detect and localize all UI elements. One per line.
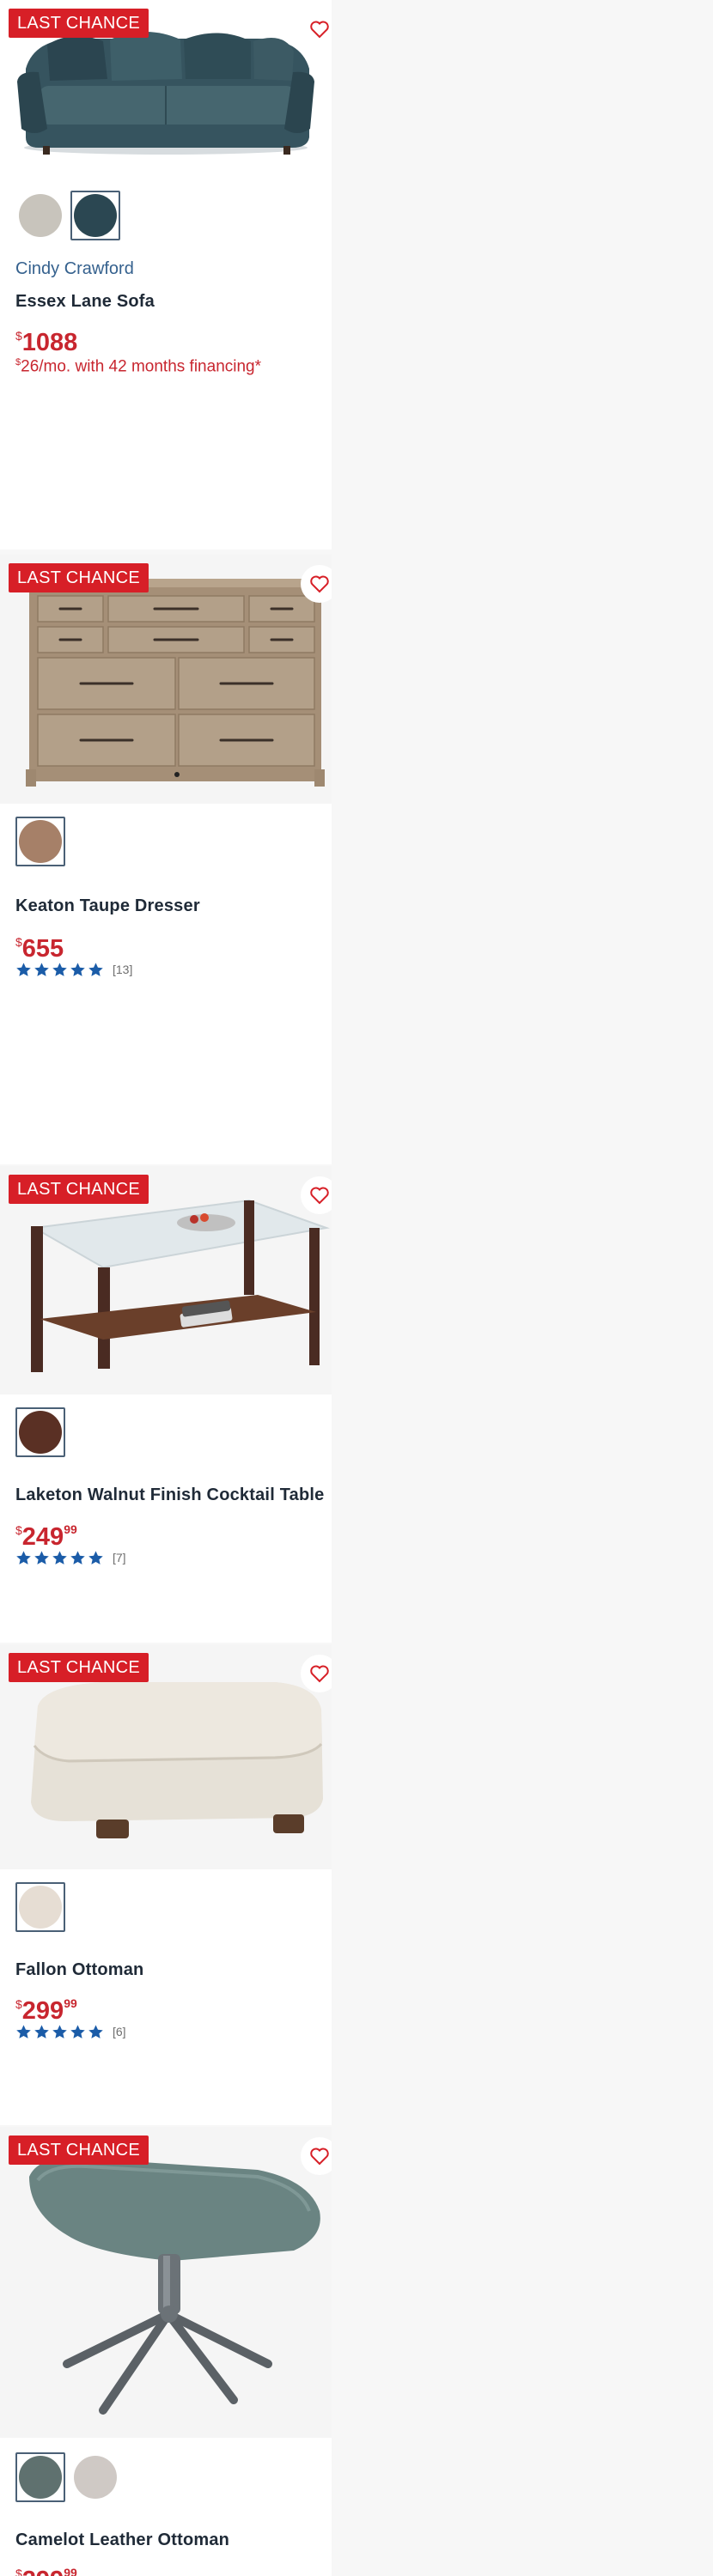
price-dollars: 655	[21, 935, 64, 963]
product-price: $24999	[15, 1516, 77, 1550]
product-title[interactable]: Essex Lane Sofa	[15, 292, 155, 312]
product-title[interactable]: Keaton Taupe Dresser	[15, 896, 200, 916]
price-dollars: 1088	[21, 329, 78, 356]
color-swatches	[15, 1407, 65, 1457]
currency-symbol: $	[15, 2567, 22, 2576]
favorite-heart-icon[interactable]	[301, 1176, 332, 1214]
star-icon	[34, 1550, 49, 1564]
star-icon	[88, 1550, 103, 1564]
leather-ottoman-image	[0, 2127, 332, 2438]
swatch-option-selected[interactable]	[15, 1407, 65, 1457]
price-dollars: 299	[22, 2567, 64, 2576]
currency-symbol: $	[15, 329, 22, 343]
product-price: $29999	[15, 1990, 77, 2024]
star-icon	[16, 1550, 31, 1564]
favorite-heart-icon[interactable]	[301, 10, 332, 48]
product-price: $655	[15, 929, 64, 962]
star-rating[interactable]: [6]	[15, 2022, 126, 2041]
product-card-laketon-cocktail-table[interactable]: LAST CHANCE Laketon Walnut Finish Cockta…	[0, 1166, 332, 1643]
product-grid: LAST CHANCE Cindy Crawford Essex Lane So…	[0, 0, 713, 2576]
last-chance-badge: LAST CHANCE	[9, 2136, 149, 2165]
favorite-heart-icon[interactable]	[301, 1655, 332, 1692]
currency-symbol: $	[15, 1997, 22, 2011]
star-icon	[70, 2024, 85, 2038]
price-dollars: 299	[21, 1997, 64, 2025]
star-icon	[34, 962, 49, 976]
product-title[interactable]: Laketon Walnut Finish Cocktail Table	[15, 1485, 324, 1505]
star-icon	[34, 2024, 49, 2038]
last-chance-badge: LAST CHANCE	[9, 1653, 149, 1682]
swatch-option[interactable]	[70, 2452, 120, 2502]
swatch-option-selected[interactable]	[15, 1882, 65, 1932]
currency-symbol: $	[15, 935, 22, 949]
product-price: $1088	[15, 323, 77, 355]
color-swatches	[15, 2452, 120, 2502]
price-cents: 99	[64, 2566, 77, 2576]
product-brand[interactable]: Cindy Crawford	[15, 259, 134, 279]
currency-symbol: $	[15, 1523, 22, 1537]
financing-link[interactable]: $26/mo. with 42 months financing*	[15, 357, 261, 376]
swatch-option-selected[interactable]	[15, 2452, 65, 2502]
star-icon	[16, 2024, 31, 2038]
price-dollars: 249	[21, 1523, 64, 1551]
star-icon	[52, 1550, 67, 1564]
star-icon	[88, 2024, 103, 2038]
color-swatches	[15, 1882, 65, 1932]
last-chance-badge: LAST CHANCE	[9, 563, 149, 592]
product-image-area[interactable]: LAST CHANCE	[0, 555, 332, 804]
product-card-fallon-ottoman[interactable]: LAST CHANCE Fallon Ottoman $29999 [6]	[0, 1644, 332, 2125]
star-icon	[16, 962, 31, 976]
product-title[interactable]: Fallon Ottoman	[15, 1960, 143, 1980]
product-card-keaton-taupe-dresser[interactable]: LAST CHANCE Keaton Taupe Dresser $655 [1…	[0, 555, 332, 1164]
financing-text: 26/mo. with 42 months financing*	[21, 357, 262, 376]
star-icon	[70, 1550, 85, 1564]
swatch-option-selected[interactable]	[15, 817, 65, 866]
product-card-essex-lane-sofa[interactable]: LAST CHANCE Cindy Crawford Essex Lane So…	[0, 0, 332, 550]
price-cents: 99	[64, 1996, 77, 2010]
star-rating[interactable]: [13]	[15, 960, 132, 979]
review-count: [6]	[113, 2025, 126, 2038]
product-card-camelot-leather-ottoman[interactable]: LAST CHANCE Camelot Leather Ottoman $ 99	[0, 2127, 332, 2576]
star-icon	[52, 2024, 67, 2038]
product-image-area[interactable]: LAST CHANCE	[0, 1166, 332, 1394]
star-rating[interactable]: [7]	[15, 1548, 126, 1567]
star-icon	[52, 962, 67, 976]
favorite-heart-icon[interactable]	[301, 2137, 332, 2175]
star-icon	[70, 962, 85, 976]
price-cents: 99	[64, 1522, 77, 1536]
favorite-heart-icon[interactable]	[301, 565, 332, 603]
swatch-option-selected[interactable]	[70, 191, 120, 240]
color-swatches	[15, 191, 120, 240]
product-image-area[interactable]: LAST CHANCE	[0, 0, 332, 176]
last-chance-badge: LAST CHANCE	[9, 9, 149, 38]
review-count: [13]	[113, 963, 133, 976]
product-title[interactable]: Camelot Leather Ottoman	[15, 2530, 229, 2550]
product-image-area[interactable]: LAST CHANCE	[0, 1644, 332, 1869]
product-image-area[interactable]: LAST CHANCE	[0, 2127, 332, 2438]
review-count: [7]	[113, 1551, 126, 1564]
product-price: $29999	[15, 2560, 77, 2576]
swatch-option[interactable]	[15, 191, 65, 240]
last-chance-badge: LAST CHANCE	[9, 1175, 149, 1204]
star-icon	[88, 962, 103, 976]
color-swatches	[15, 817, 65, 866]
